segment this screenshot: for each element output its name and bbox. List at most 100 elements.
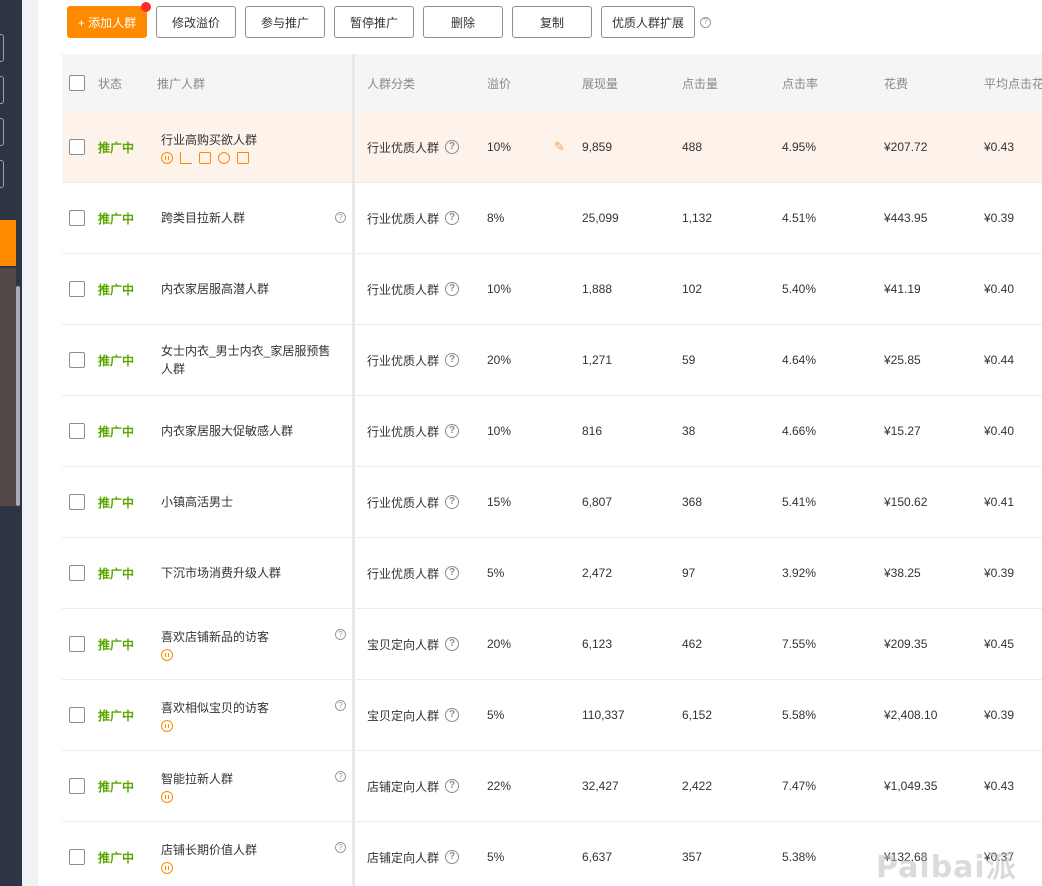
table-row[interactable]: 推广中 智能拉新人群? 店铺定向人群? 22% 32,427 2,422 7.47% ¥1,0…	[62, 751, 1042, 822]
help-icon[interactable]: ?	[335, 771, 346, 782]
table-row[interactable]: 推广中 喜欢相似宝贝的访客? 宝贝定向人群? 5% 110,337 6,152 5.58% ¥…	[62, 680, 1042, 751]
help-icon[interactable]: ?	[445, 140, 460, 154]
header-clicks[interactable]: 点击量	[682, 54, 718, 112]
trash-icon[interactable]	[237, 151, 249, 164]
row-checkbox[interactable]	[69, 707, 85, 723]
report-icon[interactable]	[199, 151, 211, 164]
clicks-value: 97	[682, 566, 696, 580]
pause-icon[interactable]	[161, 861, 173, 874]
header-premium[interactable]: 溢价	[487, 54, 511, 112]
help-icon[interactable]: ?	[445, 211, 460, 225]
cpc-value: ¥0.45	[984, 637, 1015, 651]
row-checkbox[interactable]	[69, 565, 85, 581]
sidebar-tab[interactable]	[0, 34, 4, 62]
clicks-value: 6,152	[682, 708, 713, 722]
help-icon[interactable]: ?	[335, 842, 346, 853]
audience-category: 宝贝定向人群	[367, 708, 440, 723]
name-cell: 内衣家居服大促敏感人群	[161, 396, 346, 466]
row-checkbox-cell	[69, 538, 85, 608]
modify-premium-button[interactable]: 修改溢价	[156, 6, 236, 38]
add-audience-button[interactable]: + 添加人群	[67, 2, 151, 38]
help-icon[interactable]: ?	[445, 566, 460, 580]
table-row[interactable]: 推广中 喜欢店铺新品的访客? 宝贝定向人群? 20% 6,123 462 7.55% ¥209…	[62, 609, 1042, 680]
page-gutter	[22, 0, 38, 886]
name-help-cell: ?	[335, 183, 346, 253]
table-row[interactable]: 推广中 女士内衣_男士内衣_家居服预售人群 行业优质人群? 20% 1,271 59 4.6…	[62, 325, 1042, 396]
help-icon[interactable]: ?	[335, 629, 346, 640]
header-cpc[interactable]: 平均点击花	[984, 54, 1042, 112]
help-icon[interactable]: ?	[445, 779, 460, 793]
status-text: 推广中	[98, 282, 135, 297]
table-row[interactable]: 推广中 小镇高活男士 行业优质人群? 15% 6,807 368 5.41% ¥150.62 ¥…	[62, 467, 1042, 538]
row-checkbox[interactable]	[69, 139, 85, 155]
row-checkbox[interactable]	[69, 494, 85, 510]
row-checkbox[interactable]	[69, 210, 85, 226]
pause-icon[interactable]	[161, 790, 173, 803]
row-checkbox[interactable]	[69, 423, 85, 439]
pause-icon[interactable]	[161, 151, 173, 164]
table-row[interactable]: 推广中 跨类目拉新人群? 行业优质人群? 8% 25,099 1,132 4.51% ¥443…	[62, 183, 1042, 254]
help-icon[interactable]: ?	[445, 282, 460, 296]
header-cost[interactable]: 花费	[884, 54, 908, 112]
table-row[interactable]: 推广中 下沉市场消费升级人群 行业优质人群? 5% 2,472 97 3.92% ¥38.25…	[62, 538, 1042, 609]
row-checkbox[interactable]	[69, 778, 85, 794]
audience-category: 行业优质人群	[367, 282, 440, 297]
row-checkbox[interactable]	[69, 281, 85, 297]
status-text: 推广中	[98, 850, 135, 865]
impressions-value: 32,427	[582, 779, 619, 793]
table-row[interactable]: 推广中 内衣家居服大促敏感人群 行业优质人群? 10% 816 38 4.66% ¥15.27…	[62, 396, 1042, 467]
cpc-value: ¥0.44	[984, 353, 1015, 367]
audience-category: 行业优质人群	[367, 353, 440, 368]
header-category: 人群分类	[367, 76, 416, 91]
help-icon[interactable]: ?	[445, 353, 460, 367]
ctr-value: 4.66%	[782, 424, 817, 438]
help-icon[interactable]: ?	[445, 637, 460, 651]
table-row[interactable]: 推广中 行业高购买欲人群 行业优质人群? 10% ✎ 9,859 488 4.95% ¥207.…	[62, 112, 1042, 183]
cpc-value: ¥0.43	[984, 779, 1015, 793]
row-checkbox[interactable]	[69, 849, 85, 865]
row-checkbox[interactable]	[69, 636, 85, 652]
table-row[interactable]: 推广中 内衣家居服高潜人群 行业优质人群? 10% 1,888 102 5.40% ¥41.1…	[62, 254, 1042, 325]
join-promotion-button[interactable]: 参与推广	[245, 6, 325, 38]
clicks-value: 488	[682, 140, 703, 154]
category-cell: 行业优质人群?	[367, 467, 460, 537]
sidebar-tab[interactable]	[0, 160, 4, 188]
help-icon[interactable]: ?	[445, 495, 460, 509]
sidebar-tab[interactable]	[0, 76, 4, 104]
name-help-cell: ?	[335, 822, 346, 886]
pause-icon[interactable]	[161, 719, 173, 732]
row-checkbox-cell	[69, 325, 85, 395]
help-icon[interactable]: ?	[700, 16, 711, 28]
edit-premium-icon[interactable]: ✎	[554, 112, 565, 182]
row-checkbox-cell	[69, 680, 85, 750]
header-impressions[interactable]: 展现量	[582, 54, 618, 112]
name-help-cell: ?	[335, 609, 346, 679]
help-icon[interactable]: ?	[445, 424, 460, 438]
audience-category: 宝贝定向人群	[367, 637, 440, 652]
sidebar-scrollbar[interactable]	[16, 286, 20, 506]
copy-button[interactable]: 复制	[512, 6, 592, 38]
cost-value: ¥207.72	[884, 140, 928, 154]
row-checkbox[interactable]	[69, 352, 85, 368]
row-checkbox-cell	[69, 183, 85, 253]
cost-value: ¥150.62	[884, 495, 928, 509]
category-cell: 行业优质人群?	[367, 325, 460, 395]
chart-icon[interactable]	[180, 151, 192, 164]
select-all-checkbox[interactable]	[69, 75, 85, 91]
status-text: 推广中	[98, 353, 135, 368]
delete-button[interactable]: 删除	[423, 6, 503, 38]
help-icon[interactable]: ?	[335, 700, 346, 711]
help-icon[interactable]: ?	[445, 708, 460, 722]
sidebar-active-item[interactable]	[0, 220, 16, 266]
status-text: 推广中	[98, 140, 135, 155]
sidebar-tab[interactable]	[0, 118, 4, 146]
pause-icon[interactable]	[161, 648, 173, 661]
help-icon[interactable]: ?	[445, 850, 460, 864]
quality-audience-expand-button[interactable]: 优质人群扩展	[601, 6, 695, 38]
header-ctr[interactable]: 点击率	[782, 54, 818, 112]
help-icon[interactable]: ?	[335, 212, 346, 223]
premium-value: 8%	[487, 211, 505, 225]
user-icon[interactable]	[218, 151, 230, 164]
pause-promotion-button[interactable]: 暂停推广	[334, 6, 414, 38]
audience-name: 女士内衣_男士内衣_家居服预售人群	[161, 344, 331, 376]
